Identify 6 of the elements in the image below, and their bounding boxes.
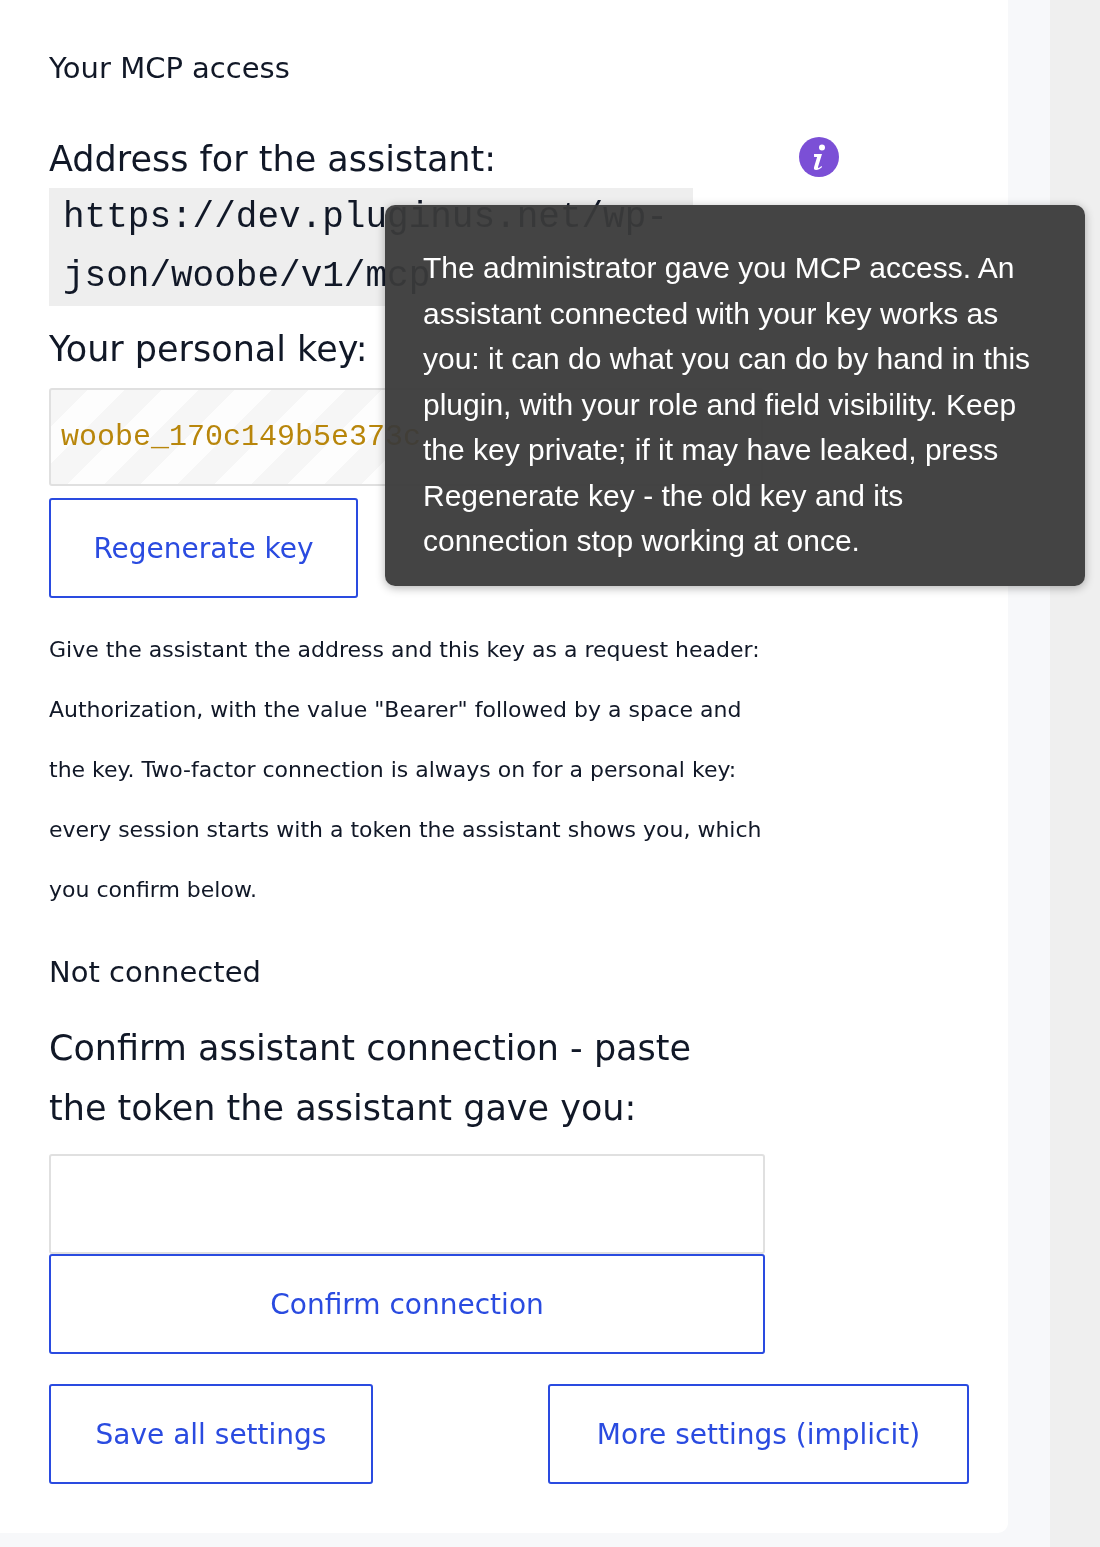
instructions-text: Give the assistant the address and this key as a request header: Authorization, with the value "Bearer" followed by a space and the key. Two-factor connection is always on for a personal key: every session starts with a token the assistant shows you, which you confirm below. xyxy=(49,636,763,904)
connection-status: Not connected xyxy=(49,954,262,991)
confirm-label: Confirm assistant connection - paste the token the assistant gave you: xyxy=(49,1027,693,1130)
address-label: Address for the assistant: xyxy=(49,138,497,181)
section-title: Your MCP access xyxy=(49,50,291,87)
key-label: Your personal key: xyxy=(49,328,368,371)
